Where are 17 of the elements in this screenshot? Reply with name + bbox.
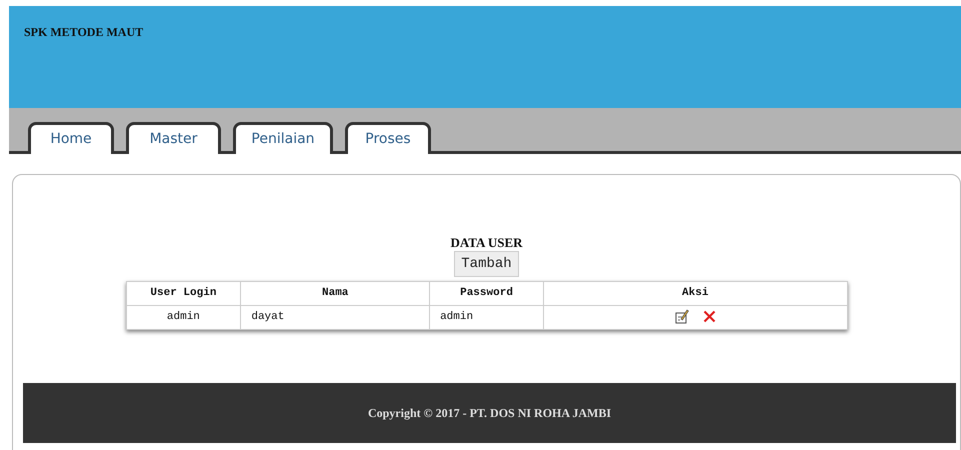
nav-tab[interactable]: Penilaian [233, 122, 333, 154]
table-cell: admin [430, 306, 544, 330]
delete-icon[interactable] [702, 310, 716, 324]
nav-tab[interactable]: Home [28, 122, 114, 154]
column-header: User Login [126, 282, 241, 306]
section-title: DATA USER [450, 235, 523, 251]
edit-icon[interactable] [674, 309, 689, 324]
add-button[interactable]: Tambah [454, 251, 519, 277]
table-cell: admin [126, 306, 241, 330]
column-header: Nama [240, 282, 430, 306]
table-cell: dayat [240, 306, 430, 330]
nav-tab[interactable]: Proses [345, 122, 431, 154]
copyright-text: Copyright © 2017 - PT. DOS NI ROHA JAMBI [368, 405, 612, 422]
nav-tab[interactable]: Master [126, 122, 221, 154]
column-header: Password [430, 282, 544, 306]
site-title: SPK METODE MAUT [24, 24, 144, 41]
column-header: Aksi [543, 282, 847, 306]
